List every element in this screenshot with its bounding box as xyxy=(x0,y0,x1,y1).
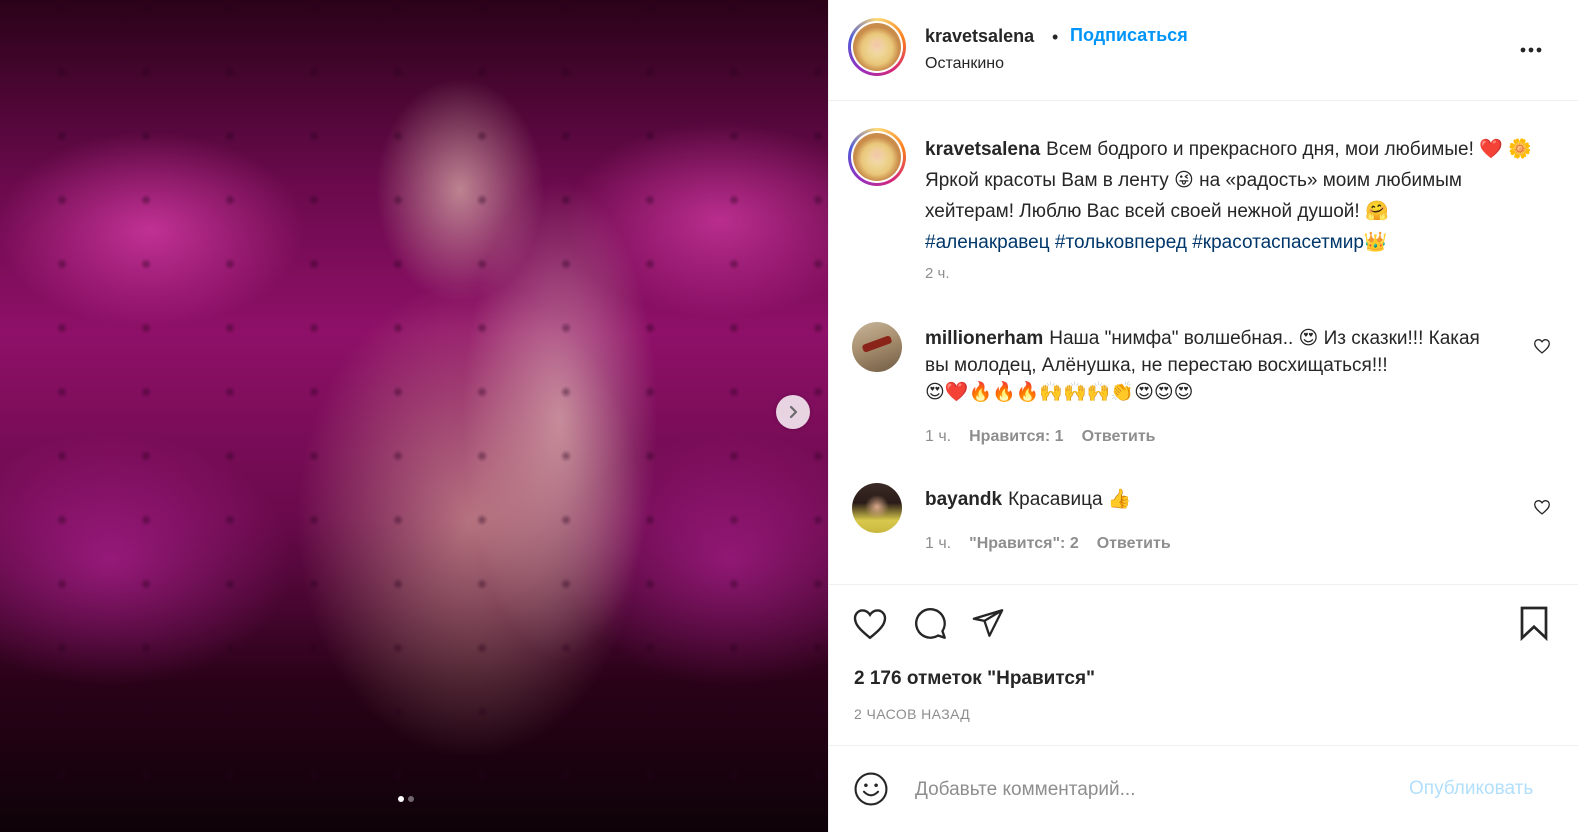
reply-button[interactable]: Ответить xyxy=(1097,535,1171,553)
hug-emoji: 🤗 xyxy=(1364,200,1389,222)
comment-like-button[interactable] xyxy=(1531,496,1553,518)
wink-tongue-emoji: 😜 xyxy=(1174,169,1194,191)
post-dialog: kravetsalena • Подписаться Останкино kra… xyxy=(0,0,1578,832)
save-button[interactable] xyxy=(1515,604,1553,642)
comment-likes[interactable]: "Нравится": 2 xyxy=(969,535,1079,553)
heart-icon xyxy=(853,608,887,639)
author-username[interactable]: kravetsalena xyxy=(925,26,1034,47)
thumbs-up-emoji: 👍 xyxy=(1107,488,1132,510)
commenter-avatar[interactable] xyxy=(852,322,902,372)
post-caption: kravetsalena Всем бодрого и прекрасного д… xyxy=(925,134,1550,258)
divider xyxy=(829,584,1578,585)
comment-icon xyxy=(914,607,946,639)
share-icon xyxy=(972,609,1004,637)
comment-button[interactable] xyxy=(911,604,949,642)
carousel-dot-active xyxy=(398,796,404,802)
caption-author-avatar[interactable] xyxy=(848,128,906,186)
chevron-right-icon xyxy=(789,405,798,419)
next-slide-button[interactable] xyxy=(776,395,810,429)
publish-button[interactable]: Опубликовать xyxy=(1409,778,1533,800)
comment: millionerham Наша "нимфа" волшебная.. 😍 И… xyxy=(925,325,1505,406)
follow-button[interactable]: Подписаться xyxy=(1070,25,1188,46)
add-comment-bar: Опубликовать xyxy=(829,745,1578,832)
hashtag-link[interactable]: #красотаспасетмир xyxy=(1192,232,1364,253)
like-button[interactable] xyxy=(851,604,889,642)
caption-line1: Всем бодрого и прекрасного дня, мои люби… xyxy=(1046,139,1474,160)
caption-line2: Яркой красоты Вам в ленту xyxy=(925,170,1169,191)
blossom-emoji: 🌼 xyxy=(1508,138,1532,160)
comment-like-button[interactable] xyxy=(1531,335,1553,357)
crown-emoji: 👑 xyxy=(1363,231,1388,253)
share-button[interactable] xyxy=(969,604,1007,642)
comment-input[interactable] xyxy=(913,774,1397,806)
header-separator: • xyxy=(1052,27,1059,47)
carousel-indicator xyxy=(398,796,414,802)
comment: bayandk Красавица 👍 xyxy=(925,486,1505,513)
comment-text: Красавица xyxy=(1008,489,1103,510)
hashtag-link[interactable]: #аленакравец xyxy=(925,232,1050,253)
comment-username[interactable]: millionerham xyxy=(925,328,1043,349)
post-media[interactable] xyxy=(0,0,828,832)
author-avatar[interactable] xyxy=(848,18,906,76)
comment-likes[interactable]: Нравится: 1 xyxy=(969,428,1063,446)
caption-username[interactable]: kravetsalena xyxy=(925,139,1040,160)
comment-username[interactable]: bayandk xyxy=(925,489,1002,510)
comment-text: Наша "нимфа" волшебная.. xyxy=(1049,328,1294,349)
post-timestamp[interactable]: 2 ЧАСОВ НАЗАД xyxy=(854,706,970,722)
post-location[interactable]: Останкино xyxy=(925,55,1004,73)
post-side-panel: kravetsalena • Подписаться Останкино kra… xyxy=(828,0,1578,832)
sofa-texture xyxy=(0,0,828,832)
comment-meta: 1 ч. "Нравится": 2 Ответить xyxy=(925,535,1171,553)
bookmark-icon xyxy=(1520,606,1548,641)
heart-icon xyxy=(1534,339,1550,354)
more-horizontal-icon xyxy=(1520,47,1542,53)
smiley-icon xyxy=(854,772,888,806)
heart-emoji: ❤️ xyxy=(1479,138,1503,160)
comment-emoji-row: 😍❤️🔥🔥🔥🙌🙌🙌👏😍😍😍 xyxy=(925,381,1194,403)
reply-button[interactable]: Ответить xyxy=(1082,428,1156,446)
emoji-picker-button[interactable] xyxy=(852,770,890,808)
carousel-dot xyxy=(408,796,414,802)
commenter-avatar[interactable] xyxy=(852,483,902,533)
comment-meta: 1 ч. Нравится: 1 Ответить xyxy=(925,428,1156,446)
heart-eyes-emoji: 😍 xyxy=(1298,327,1319,349)
post-header: kravetsalena • Подписаться Останкино xyxy=(829,0,1578,101)
likes-count[interactable]: 2 176 отметок "Нравится" xyxy=(854,668,1095,690)
comment-time[interactable]: 1 ч. xyxy=(925,428,951,446)
heart-icon xyxy=(1534,500,1550,515)
more-options-button[interactable] xyxy=(1517,36,1545,64)
caption-time[interactable]: 2 ч. xyxy=(925,265,950,282)
hashtag-link[interactable]: #тольковперед xyxy=(1055,232,1187,253)
comment-time[interactable]: 1 ч. xyxy=(925,535,951,553)
